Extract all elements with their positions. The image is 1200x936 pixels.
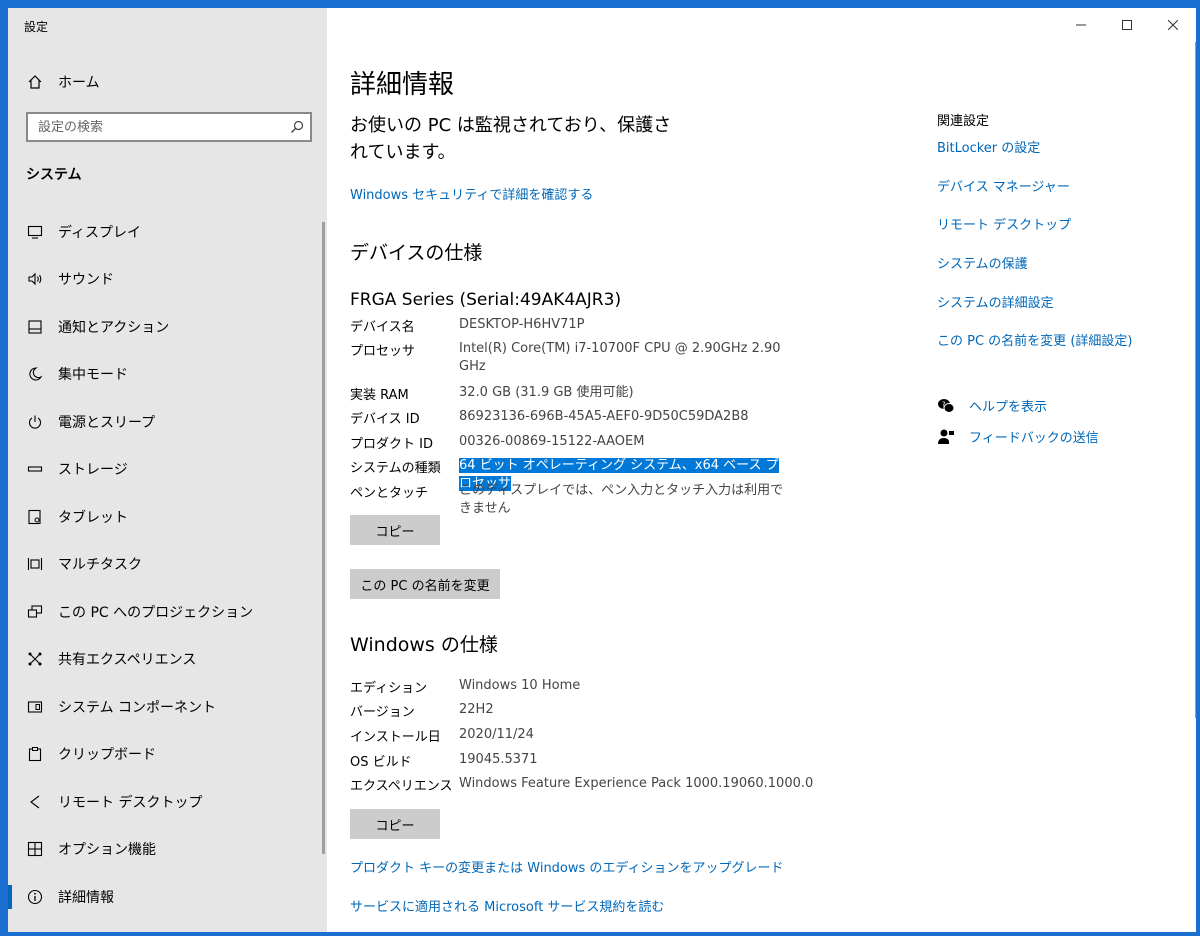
sidebar-item-storage[interactable]: ストレージ — [8, 446, 327, 494]
close-button[interactable] — [1150, 8, 1196, 42]
info-icon — [26, 888, 44, 906]
spec-row-processor: プロセッサ Intel(R) Core(TM) i7-10700F CPU @ … — [350, 341, 781, 374]
related-settings-heading: 関連設定 — [937, 114, 990, 129]
sidebar-item-tablet[interactable]: タブレット — [8, 493, 327, 541]
spec-row-ram: 実装 RAM 32.0 GB (31.9 GB 使用可能) — [350, 385, 634, 403]
device-model-name: FRGA Series (Serial:49AK4AJR3) — [350, 290, 622, 310]
copy-device-specs-button[interactable]: コピー — [350, 515, 440, 545]
spec-row-device-id: デバイス ID 86923136-696B-45A5-AEF0-9D50C59D… — [350, 409, 749, 427]
search-box[interactable] — [26, 112, 312, 142]
advanced-system-link[interactable]: システムの詳細設定 — [937, 292, 1054, 311]
windows-spec-heading: Windows の仕様 — [350, 634, 498, 656]
page-title: 詳細情報 — [350, 70, 455, 100]
window-controls — [1058, 8, 1196, 42]
sidebar-section-system: システム — [26, 167, 82, 183]
feedback-link[interactable]: フィードバックの送信 — [969, 427, 1099, 446]
sidebar: 設定 ホーム システム ディスプレイ サウンド 通知とアクション — [8, 8, 327, 932]
spec-row-experience: エクスペリエンス Windows Feature Experience Pack… — [350, 776, 814, 794]
spec-row-version: バージョン 22H2 — [350, 702, 494, 720]
help-chat-icon: ? — [938, 398, 955, 413]
projection-icon — [26, 603, 44, 621]
search-input[interactable] — [38, 119, 278, 135]
device-manager-link[interactable]: デバイス マネージャー — [937, 176, 1070, 195]
storage-icon — [26, 460, 44, 478]
settings-window: 設定 ホーム システム ディスプレイ サウンド 通知とアクション — [8, 8, 1196, 932]
sidebar-scrollbar[interactable] — [322, 222, 325, 854]
rename-pc-button[interactable]: この PC の名前を変更 — [350, 569, 500, 599]
speaker-icon — [26, 270, 44, 288]
tablet-icon — [26, 508, 44, 526]
copy-windows-specs-button[interactable]: コピー — [350, 809, 440, 839]
spec-row-edition: エディション Windows 10 Home — [350, 678, 581, 696]
main-scrollbar[interactable] — [1195, 42, 1196, 718]
security-details-link[interactable]: Windows セキュリティで詳細を確認する — [350, 184, 593, 203]
rename-pc-advanced-link[interactable]: この PC の名前を変更 (詳細設定) — [937, 330, 1132, 349]
feedback-icon — [938, 429, 954, 444]
clipboard-icon — [26, 745, 44, 763]
monitor-icon — [26, 223, 44, 241]
component-icon — [26, 698, 44, 716]
sidebar-nav: ディスプレイ サウンド 通知とアクション 集中モード 電源とスリープ ストレージ — [8, 208, 327, 921]
spec-row-os-build: OS ビルド 19045.5371 — [350, 752, 538, 770]
options-icon — [26, 840, 44, 858]
minimize-button[interactable] — [1058, 8, 1104, 42]
notification-icon — [26, 318, 44, 336]
spec-row-install-date: インストール日 2020/11/24 — [350, 727, 534, 745]
feedback-row[interactable]: フィードバックの送信 — [937, 427, 1099, 446]
protection-status: お使いの PC は監視されており、保護されています。 — [350, 115, 672, 163]
sidebar-item-options[interactable]: オプション機能 — [8, 826, 327, 874]
sidebar-item-power[interactable]: 電源とスリープ — [8, 398, 327, 446]
share-icon — [26, 650, 44, 668]
sidebar-item-focus[interactable]: 集中モード — [8, 351, 327, 399]
system-protection-link[interactable]: システムの保護 — [937, 253, 1028, 272]
search-icon[interactable] — [290, 120, 304, 134]
sidebar-item-remote[interactable]: リモート デスクトップ — [8, 778, 327, 826]
product-key-link[interactable]: プロダクト キーの変更または Windows のエディションをアップグレード — [350, 857, 784, 876]
remote-icon — [26, 793, 44, 811]
service-terms-link[interactable]: サービスに適用される Microsoft サービス規約を読む — [350, 896, 664, 915]
sidebar-item-sound[interactable]: サウンド — [8, 256, 327, 304]
sidebar-home[interactable]: ホーム — [8, 64, 327, 100]
close-icon — [1168, 20, 1178, 30]
spec-row-device-name: デバイス名 DESKTOP-H6HV71P — [350, 317, 585, 335]
help-row[interactable]: ? ヘルプを表示 — [937, 396, 1047, 415]
app-title: 設定 — [24, 20, 49, 34]
svg-text:?: ? — [942, 400, 946, 408]
minimize-icon — [1076, 24, 1086, 26]
power-icon — [26, 413, 44, 431]
remote-desktop-link[interactable]: リモート デスクトップ — [937, 214, 1071, 233]
bitlocker-link[interactable]: BitLocker の設定 — [937, 137, 1040, 156]
moon-icon — [26, 365, 44, 383]
sidebar-item-display[interactable]: ディスプレイ — [8, 208, 327, 256]
maximize-icon — [1122, 20, 1132, 30]
multitask-icon — [26, 555, 44, 573]
sidebar-item-multitask[interactable]: マルチタスク — [8, 541, 327, 589]
sidebar-item-about[interactable]: 詳細情報 — [8, 873, 327, 921]
sidebar-item-notifications[interactable]: 通知とアクション — [8, 303, 327, 351]
sidebar-item-projection[interactable]: この PC へのプロジェクション — [8, 588, 327, 636]
sidebar-item-components[interactable]: システム コンポーネント — [8, 683, 327, 731]
device-spec-heading: デバイスの仕様 — [350, 242, 483, 264]
sidebar-item-shared[interactable]: 共有エクスペリエンス — [8, 636, 327, 684]
help-link[interactable]: ヘルプを表示 — [969, 396, 1047, 415]
spec-row-pen-touch: ペンとタッチ このディスプレイでは、ペン入力とタッチ入力は利用できません — [350, 483, 784, 516]
sidebar-item-clipboard[interactable]: クリップボード — [8, 731, 327, 779]
sidebar-home-label: ホーム — [58, 75, 100, 91]
home-icon — [26, 73, 44, 91]
maximize-button[interactable] — [1104, 8, 1150, 42]
spec-row-product-id: プロダクト ID 00326-00869-15122-AAOEM — [350, 434, 645, 452]
main-content: 詳細情報 お使いの PC は監視されており、保護されています。 Windows … — [327, 8, 1196, 932]
